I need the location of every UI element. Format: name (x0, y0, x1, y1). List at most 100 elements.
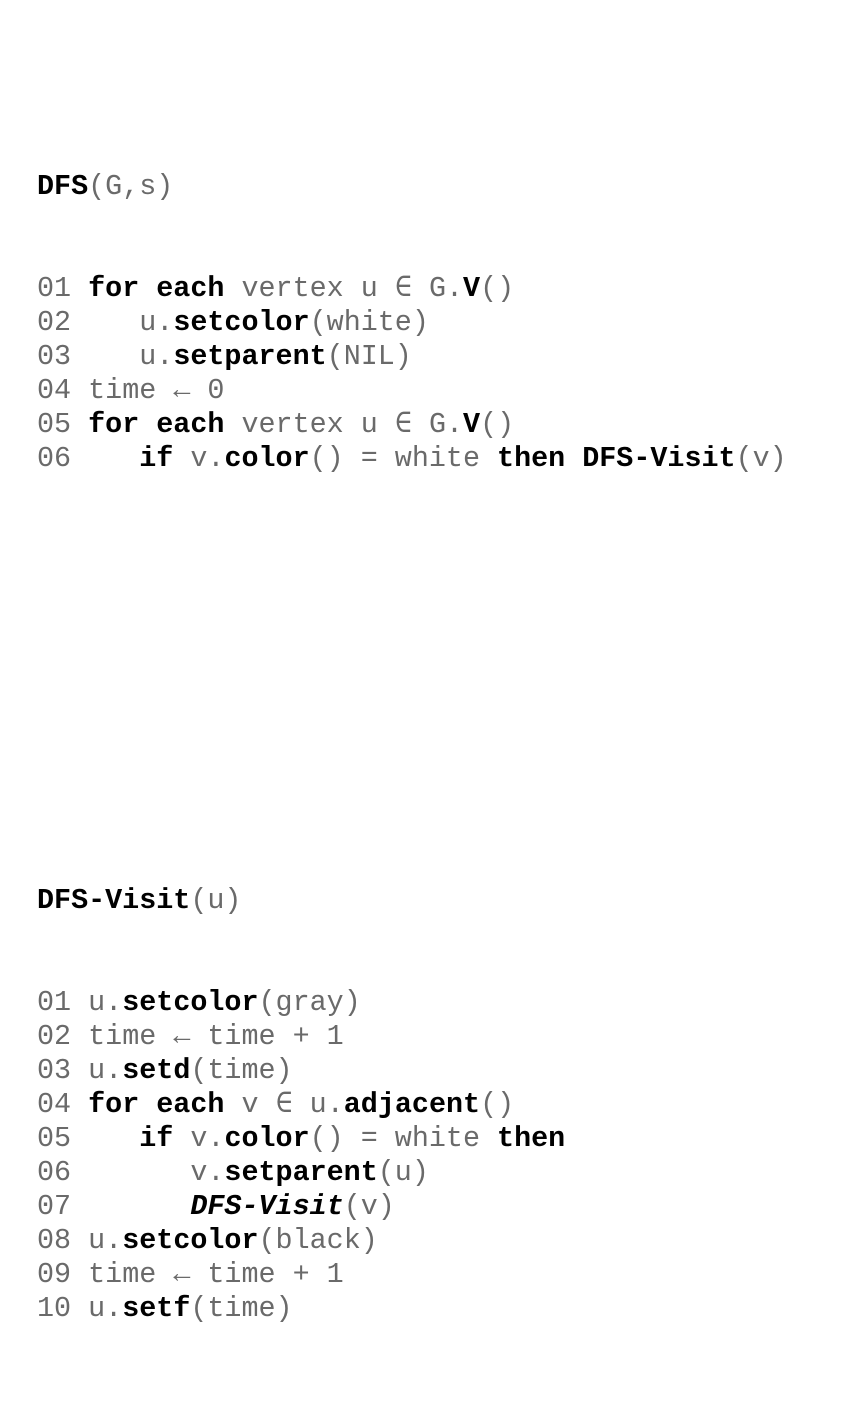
code-text: vertex u ∈ G. (224, 408, 464, 441)
code-text: u. (88, 986, 123, 1019)
code-text: (v) (343, 1190, 395, 1223)
line-number: 01 (37, 272, 72, 305)
code-text: v. (173, 1122, 225, 1155)
code-line: 03 u.setparent(NIL) (37, 340, 787, 374)
code-keyword: adjacent (343, 1088, 481, 1121)
code-text: u. (139, 340, 174, 373)
line-number: 06 (37, 442, 72, 475)
code-text: u. (88, 1224, 123, 1257)
code-keyword: if (139, 442, 174, 475)
code-keyword: DFS-Visit (190, 1190, 344, 1223)
code-text: () (480, 272, 515, 305)
procedure-header: DFS(G,s) (37, 170, 787, 204)
code-text: () (480, 1088, 515, 1121)
code-text: (white) (309, 306, 429, 339)
code-text: () (480, 408, 515, 441)
code-line: 06 v.setparent(u) (37, 1156, 787, 1190)
code-text: (time) (190, 1054, 293, 1087)
code-line: 05 if v.color() = white then (37, 1122, 787, 1156)
line-number: 04 (37, 1088, 72, 1121)
line-number: 07 (37, 1190, 72, 1223)
code-text: v. (173, 442, 225, 475)
code-text: (gray) (258, 986, 361, 1019)
code-line: 10 u.setf(time) (37, 1292, 787, 1326)
code-keyword: V (463, 408, 481, 441)
code-line: 01 u.setcolor(gray) (37, 986, 787, 1020)
procedure-params: (u) (190, 884, 242, 917)
code-keyword: setcolor (122, 986, 259, 1019)
code-keyword: for each (88, 272, 225, 305)
code-keyword: V (463, 272, 481, 305)
code-keyword: setparent (224, 1156, 378, 1189)
line-number: 09 (37, 1258, 72, 1291)
code-text: vertex u ∈ G. (224, 272, 464, 305)
code-keyword: setd (122, 1054, 191, 1087)
line-number: 02 (37, 1020, 72, 1053)
code-keyword: setparent (173, 340, 327, 373)
code-lines: 01 u.setcolor(gray) 02 time ← time + 1 03 … (37, 986, 787, 1326)
code-text: time ← time + 1 (88, 1020, 344, 1053)
code-text: (v) (735, 442, 787, 475)
line-number: 10 (37, 1292, 72, 1325)
code-text: (NIL) (326, 340, 412, 373)
code-line: 04 for each v ∈ u.adjacent() (37, 1088, 787, 1122)
code-line: 01 for each vertex u ∈ G.V() (37, 272, 787, 306)
code-text: v ∈ u. (224, 1088, 344, 1121)
line-number: 08 (37, 1224, 72, 1257)
line-number: 03 (37, 340, 72, 373)
code-text: (time) (190, 1292, 293, 1325)
code-keyword: color (224, 1122, 310, 1155)
code-text: (u) (377, 1156, 429, 1189)
code-text: () = white (309, 1122, 498, 1155)
procedure-header: DFS-Visit(u) (37, 884, 787, 918)
code-text: u. (88, 1292, 123, 1325)
pseudocode-document: DFS(G,s) 01 for each vertex u ∈ G.V() 02 … (37, 0, 787, 1428)
code-text: () = white (309, 442, 498, 475)
code-text: time ← 0 (88, 374, 225, 407)
code-text: v. (190, 1156, 225, 1189)
code-keyword: then (497, 1122, 566, 1155)
code-line: 09 time ← time + 1 (37, 1258, 787, 1292)
code-keyword: setcolor (173, 306, 310, 339)
line-number: 02 (37, 306, 72, 339)
code-keyword: for each (88, 1088, 225, 1121)
code-line: 08 u.setcolor(black) (37, 1224, 787, 1258)
line-number: 06 (37, 1156, 72, 1189)
line-number: 05 (37, 1122, 72, 1155)
line-number: 05 (37, 408, 72, 441)
procedure-name: DFS-Visit (37, 884, 191, 917)
line-number: 03 (37, 1054, 72, 1087)
procedure-params: (G,s) (88, 170, 174, 203)
code-keyword: setcolor (122, 1224, 259, 1257)
code-line: 04 time ← 0 (37, 374, 787, 408)
code-line: 02 u.setcolor(white) (37, 306, 787, 340)
procedure-dfs: DFS(G,s) 01 for each vertex u ∈ G.V() 02 … (37, 102, 787, 544)
code-text: u. (139, 306, 174, 339)
line-number: 04 (37, 374, 72, 407)
code-lines: 01 for each vertex u ∈ G.V() 02 u.setcolo… (37, 272, 787, 476)
procedure-dfs-visit: DFS-Visit(u) 01 u.setcolor(gray) 02 time … (37, 816, 787, 1394)
line-number: 01 (37, 986, 72, 1019)
code-keyword: color (224, 442, 310, 475)
procedure-name: DFS (37, 170, 89, 203)
code-line: 03 u.setd(time) (37, 1054, 787, 1088)
code-keyword: for each (88, 408, 225, 441)
code-line: 07 DFS-Visit(v) (37, 1190, 787, 1224)
code-keyword: then DFS-Visit (497, 442, 736, 475)
code-line: 05 for each vertex u ∈ G.V() (37, 408, 787, 442)
code-text: (black) (258, 1224, 378, 1257)
